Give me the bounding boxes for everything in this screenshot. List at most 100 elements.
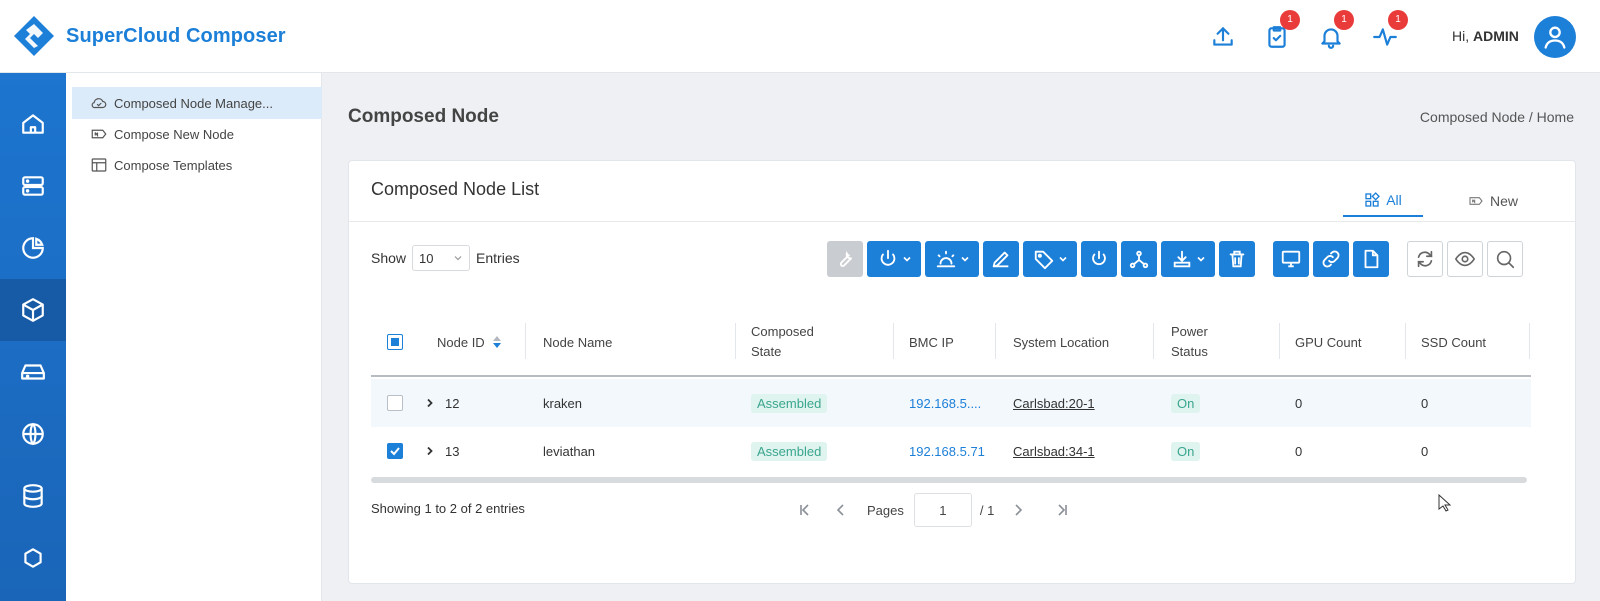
power-status-cell: On [1171, 427, 1201, 475]
column-visibility-button[interactable] [1447, 241, 1483, 277]
column-header-power-status[interactable]: Power Status [1171, 307, 1221, 377]
wrench-icon [839, 250, 853, 267]
chevron-right-icon [427, 446, 433, 456]
tab-new[interactable]: New [1453, 185, 1533, 217]
submenu-item-composed-node-management[interactable]: Composed Node Manage... [72, 87, 322, 119]
column-divider [893, 323, 894, 359]
tag-menu-button[interactable] [1023, 241, 1077, 277]
entries-select[interactable]: 10 [412, 245, 471, 271]
submenu-label: Composed Node Manage... [114, 95, 273, 111]
notifications-button[interactable]: 1 [1318, 10, 1354, 50]
entries-summary: Showing 1 to 2 of 2 entries [371, 501, 525, 516]
rail-item-analytics[interactable] [0, 217, 66, 279]
card-divider [349, 221, 1575, 222]
view-toolbar [1407, 241, 1527, 277]
uid-light-menu-button[interactable] [925, 241, 979, 277]
console-button[interactable] [1273, 241, 1309, 277]
column-header-node-id[interactable]: Node ID [437, 307, 503, 377]
next-page-button[interactable] [1000, 493, 1036, 527]
topology-button[interactable] [1121, 241, 1157, 277]
edit-button[interactable] [983, 241, 1019, 277]
location-link[interactable]: Carlsbad:20-1 [1013, 396, 1095, 411]
column-header-node-name[interactable]: Node Name [543, 307, 612, 377]
first-page-button[interactable] [787, 493, 823, 527]
composed-state-cell: Assembled [751, 379, 828, 427]
column-header-gpu-count[interactable]: GPU Count [1295, 307, 1361, 377]
last-page-button[interactable] [1044, 493, 1080, 527]
column-label: SSD Count [1421, 334, 1487, 350]
new-tag-icon [91, 129, 107, 139]
page-number-input[interactable]: 1 [913, 493, 972, 527]
total-pages: / 1 [979, 502, 995, 518]
expand-row-button[interactable] [425, 379, 435, 427]
select-all-checkbox[interactable] [387, 334, 403, 350]
power-icon [880, 249, 895, 266]
column-header-bmc-ip[interactable]: BMC IP [909, 307, 954, 377]
table-row[interactable]: 13 leviathan Assembled 192.168.5.71 Carl… [371, 427, 1531, 475]
document-button[interactable] [1353, 241, 1389, 277]
entries-selector: Show 10 Entries [371, 245, 520, 271]
bmc-ip-link[interactable]: 192.168.5.71 [909, 444, 985, 459]
column-label: System Location [1013, 334, 1110, 350]
link-button[interactable] [1313, 241, 1349, 277]
rail-item-database[interactable] [0, 465, 66, 527]
tab-label: All [1386, 192, 1402, 208]
horizontal-scrollbar[interactable] [371, 477, 1527, 483]
location-link[interactable]: Carlsbad:34-1 [1013, 444, 1095, 459]
column-header-composed-state[interactable]: Composed State [751, 307, 851, 377]
rail-item-network[interactable] [0, 403, 66, 465]
activity-button[interactable]: 1 [1372, 10, 1408, 50]
activity-badge: 1 [1388, 10, 1408, 30]
bmc-ip-cell: 192.168.5.71 [909, 427, 985, 475]
ssd-count: 0 [1421, 395, 1429, 411]
rail-item-storage[interactable] [0, 341, 66, 403]
chevron-right-icon [427, 398, 433, 408]
table-row[interactable]: 12 kraken Assembled 192.168.5.... Carlsb… [371, 379, 1531, 427]
column-label: Composed State [751, 324, 814, 359]
expand-row-button[interactable] [425, 427, 435, 475]
submenu-item-compose-templates[interactable]: Compose Templates [72, 149, 322, 181]
avatar[interactable] [1534, 16, 1576, 58]
brand[interactable]: SuperCloud Composer [12, 14, 286, 58]
tasks-button[interactable]: 1 [1264, 10, 1300, 50]
column-header-system-location[interactable]: System Location [1013, 307, 1109, 377]
decompose-button[interactable] [1081, 241, 1117, 277]
rail-item-home[interactable] [0, 93, 66, 155]
app-title: SuperCloud Composer [66, 24, 286, 47]
tab-bar: All New [1313, 185, 1575, 217]
column-divider [1405, 323, 1406, 359]
row-checkbox[interactable] [387, 443, 403, 459]
install-menu-button[interactable] [1161, 241, 1215, 277]
network-icon [1129, 250, 1149, 269]
delete-button[interactable] [1219, 241, 1255, 277]
first-page-icon [800, 504, 809, 516]
column-label: Power Status [1171, 324, 1208, 359]
refresh-button[interactable] [1407, 241, 1443, 277]
breadcrumb[interactable]: Composed Node / Home [1420, 109, 1574, 125]
rail-item-compose[interactable] [0, 279, 66, 341]
rail-item-servers[interactable] [0, 155, 66, 217]
entries-value: 10 [419, 250, 434, 266]
bmc-ip-link[interactable]: 192.168.5.... [909, 396, 981, 411]
previous-page-button[interactable] [823, 493, 859, 527]
search-button[interactable] [1487, 241, 1523, 277]
upload-icon [1213, 27, 1233, 46]
select-all-cell [387, 307, 403, 377]
tab-all[interactable]: All [1343, 185, 1423, 217]
checkmark-icon [390, 447, 400, 456]
link-icon [1322, 250, 1340, 268]
monitor-icon [1281, 250, 1301, 268]
action-toolbar [827, 241, 1259, 277]
maintenance-button[interactable] [827, 241, 863, 277]
power-menu-button[interactable] [867, 241, 921, 277]
upload-button[interactable] [1210, 24, 1236, 50]
row-checkbox[interactable] [387, 395, 403, 411]
column-header-ssd-count[interactable]: SSD Count [1421, 307, 1486, 377]
file-icon [1364, 249, 1379, 269]
rail-item-more[interactable] [0, 527, 66, 589]
refresh-icon [1417, 250, 1433, 268]
submenu-item-compose-new-node[interactable]: Compose New Node [72, 118, 322, 150]
column-divider [995, 323, 996, 359]
submenu-label: Compose Templates [114, 157, 233, 173]
column-divider [525, 323, 526, 359]
